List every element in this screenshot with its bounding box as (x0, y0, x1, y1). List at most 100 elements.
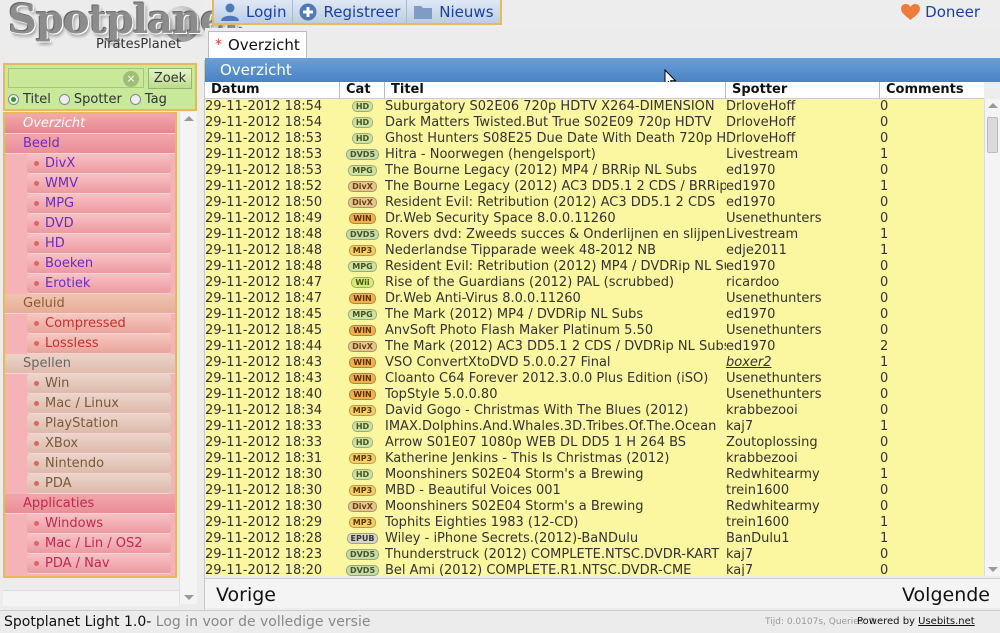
cell-title[interactable]: VSO ConvertXtoDVD 5.0.0.27 Final (385, 355, 726, 371)
category-pda[interactable]: PDA (27, 474, 171, 494)
search-option-tag[interactable]: Tag (129, 92, 167, 107)
search-option-titel[interactable]: Titel (8, 92, 51, 107)
table-row[interactable]: 29-11-2012 18:20 DVD5 Bel Ami (2012) COMPL… (205, 563, 984, 576)
table-row[interactable]: 29-11-2012 18:33 HD Arrow S01E07 1080p WEB… (205, 435, 984, 451)
column-datum[interactable]: Datum (205, 82, 340, 99)
column-comments[interactable]: Comments (880, 82, 984, 99)
category-hd[interactable]: HD (27, 234, 171, 254)
category-overzicht[interactable]: Overzicht (5, 114, 175, 134)
cell-title[interactable]: Ghost Hunters S08E25 Due Date With Death… (385, 131, 726, 147)
column-spotter[interactable]: Spotter (726, 82, 880, 99)
cell-title[interactable]: Wiley - iPhone Secrets.(2012)-BaNDulu (385, 531, 726, 547)
table-row[interactable]: 29-11-2012 18:50 DivX Resident Evil: Retri… (205, 195, 984, 211)
cell-title[interactable]: David Gogo - Christmas With The Blues (2… (385, 403, 726, 419)
table-row[interactable]: 29-11-2012 18:34 MP3 David Gogo - Christma… (205, 403, 984, 419)
search-option-spotter[interactable]: Spotter (58, 92, 122, 107)
category-win[interactable]: Win (27, 374, 171, 394)
table-row[interactable]: 29-11-2012 18:29 MP3 Tophits Eighties 1983… (205, 515, 984, 531)
cell-title[interactable]: Rovers dvd: Zweeds succes & Onderlijnen … (385, 227, 726, 243)
cell-title[interactable]: IMAX.Dolphins.And.Whales.3D.Tribes.Of.Th… (385, 419, 726, 435)
cell-title[interactable]: Thunderstruck (2012) COMPLETE.NTSC.DVDR-… (385, 547, 726, 563)
table-row[interactable]: 29-11-2012 18:53 DVD5 Hitra - Noorwegen (h… (205, 147, 984, 163)
table-scrollbar[interactable] (984, 99, 1000, 576)
cell-title[interactable]: Bel Ami (2012) COMPLETE.R1.NTSC.DVDR-CME (385, 563, 726, 576)
cell-title[interactable]: Moonshiners S02E04 Storm's a Brewing (385, 499, 726, 515)
category-pda-nav[interactable]: PDA / Nav (27, 554, 171, 574)
search-button[interactable]: Zoek (148, 68, 192, 89)
radio-titel[interactable] (8, 94, 19, 105)
scroll-thumb[interactable] (987, 117, 998, 153)
table-row[interactable]: 29-11-2012 18:53 HD Ghost Hunters S08E25 D… (205, 131, 984, 147)
category-compressed[interactable]: Compressed (27, 314, 171, 334)
cell-title[interactable]: Dr.Web Security Space 8.0.0.11260 (385, 211, 726, 227)
category-boeken[interactable]: Boeken (27, 254, 171, 274)
cell-title[interactable]: The Bourne Legacy (2012) MP4 / BRRip NL … (385, 163, 726, 179)
scroll-down-icon[interactable] (988, 567, 998, 572)
table-row[interactable]: 29-11-2012 18:48 DVD5 Rovers dvd: Zweeds s… (205, 227, 984, 243)
category-playstation[interactable]: PlayStation (27, 414, 171, 434)
cell-spotter[interactable]: boxer2 (726, 355, 880, 371)
table-row[interactable]: 29-11-2012 18:52 DivX The Bourne Legacy (2… (205, 179, 984, 195)
radio-spotter[interactable] (58, 94, 70, 105)
table-row[interactable]: 29-11-2012 18:45 MPG The Mark (2012) MP4 /… (205, 307, 984, 323)
category-spellen[interactable]: Spellen (5, 354, 175, 374)
table-row[interactable]: 29-11-2012 18:47 WIN Dr.Web Anti-Virus 8.0… (205, 291, 984, 307)
cell-title[interactable]: Cloanto C64 Forever 2012.3.0.0 Plus Edit… (385, 371, 726, 387)
category-divx[interactable]: DivX (27, 154, 171, 174)
footer-login-link[interactable]: Log in voor de volledige versie (156, 614, 371, 630)
table-row[interactable]: 29-11-2012 18:23 DVD5 Thunderstruck (2012)… (205, 547, 984, 563)
scroll-up-icon[interactable] (184, 116, 194, 121)
table-row[interactable]: 29-11-2012 18:40 WIN TopStyle 5.0.0.80 Usen… (205, 387, 984, 403)
table-row[interactable]: 29-11-2012 18:48 MP3 Nederlandse Tipparade… (205, 243, 984, 259)
cell-title[interactable]: MBD - Beautiful Voices 001 (385, 483, 726, 499)
table-row[interactable]: 29-11-2012 18:47 Wii Rise of the Guardians… (205, 275, 984, 291)
table-row[interactable]: 29-11-2012 18:30 DivX Moonshiners S02E04 S… (205, 499, 984, 515)
table-row[interactable]: 29-11-2012 18:30 HD Moonshiners S02E04 Sto… (205, 467, 984, 483)
cell-title[interactable]: Dark Matters Twisted.But True S02E09 720… (385, 115, 726, 131)
sidebar-scrollbar[interactable] (179, 112, 197, 604)
cell-title[interactable]: The Mark (2012) MP4 / DVDRip NL Subs (385, 307, 726, 323)
cell-title[interactable]: AnvSoft Photo Flash Maker Platinum 5.50 (385, 323, 726, 339)
category-lossless[interactable]: Lossless (27, 334, 171, 354)
cell-title[interactable]: Rise of the Guardians (2012) PAL (scrubb… (385, 275, 726, 291)
table-row[interactable]: 29-11-2012 18:48 MPG Resident Evil: Retrib… (205, 259, 984, 275)
cell-title[interactable]: Arrow S01E07 1080p WEB DL DD5 1 H 264 BS (385, 435, 726, 451)
table-row[interactable]: 29-11-2012 18:31 MP3 Katherine Jenkins - T… (205, 451, 984, 467)
news-button[interactable]: Nieuws (407, 0, 500, 23)
category-erotiek[interactable]: Erotiek (27, 274, 171, 294)
cell-title[interactable]: The Bourne Legacy (2012) AC3 DD5.1 2 CDS… (385, 179, 726, 195)
category-mac-linux[interactable]: Mac / Linux (27, 394, 171, 414)
category-nintendo[interactable]: Nintendo (27, 454, 171, 474)
category-geluid[interactable]: Geluid (5, 294, 175, 314)
usebits-link[interactable]: Usebits.net (918, 616, 975, 627)
cell-title[interactable]: Moonshiners S02E04 Storm's a Brewing (385, 467, 726, 483)
cell-title[interactable]: Tophits Eighties 1983 (12-CD) (385, 515, 726, 531)
category-mac-lin-os2[interactable]: Mac / Lin / OS2 (27, 534, 171, 554)
column-titel[interactable]: Titel (385, 82, 726, 99)
cell-title[interactable]: Katherine Jenkins - This Is Christmas (2… (385, 451, 726, 467)
table-row[interactable]: 29-11-2012 18:54 HD Suburgatory S02E06 720… (205, 99, 984, 115)
cell-title[interactable]: Resident Evil: Retribution (2012) MP4 / … (385, 259, 726, 275)
table-row[interactable]: 29-11-2012 18:44 DivX The Mark (2012) AC3 … (205, 339, 984, 355)
radio-tag[interactable] (129, 94, 141, 105)
category-beeld[interactable]: Beeld (5, 134, 175, 154)
table-row[interactable]: 29-11-2012 18:49 WIN Dr.Web Security Space… (205, 211, 984, 227)
tab-overzicht[interactable]: * Overzicht (208, 31, 307, 58)
next-page-button[interactable]: Volgende (902, 584, 990, 606)
table-row[interactable]: 29-11-2012 18:45 WIN AnvSoft Photo Flash M… (205, 323, 984, 339)
category-applicaties[interactable]: Applicaties (5, 494, 175, 514)
sidebar-horizontal-scrollbar[interactable] (3, 590, 179, 606)
previous-page-button[interactable]: Vorige (216, 584, 276, 606)
column-cat[interactable]: Cat (340, 82, 385, 99)
category-windows[interactable]: Windows (27, 514, 171, 534)
cell-title[interactable]: Hitra - Noorwegen (hengelsport) (385, 147, 726, 163)
cell-title[interactable]: TopStyle 5.0.0.80 (385, 387, 726, 403)
category-xbox[interactable]: XBox (27, 434, 171, 454)
category-wmv[interactable]: WMV (27, 174, 171, 194)
logo[interactable]: Spotplanet PiratesPlanet (0, 0, 243, 60)
table-row[interactable]: 29-11-2012 18:30 MP3 MBD - Beautiful Voice… (205, 483, 984, 499)
donate-button[interactable]: Doneer (901, 3, 980, 21)
cell-title[interactable]: Resident Evil: Retribution (2012) AC3 DD… (385, 195, 726, 211)
login-button[interactable]: Login (214, 0, 294, 23)
table-row[interactable]: 29-11-2012 18:43 WIN VSO ConvertXtoDVD 5.0… (205, 355, 984, 371)
